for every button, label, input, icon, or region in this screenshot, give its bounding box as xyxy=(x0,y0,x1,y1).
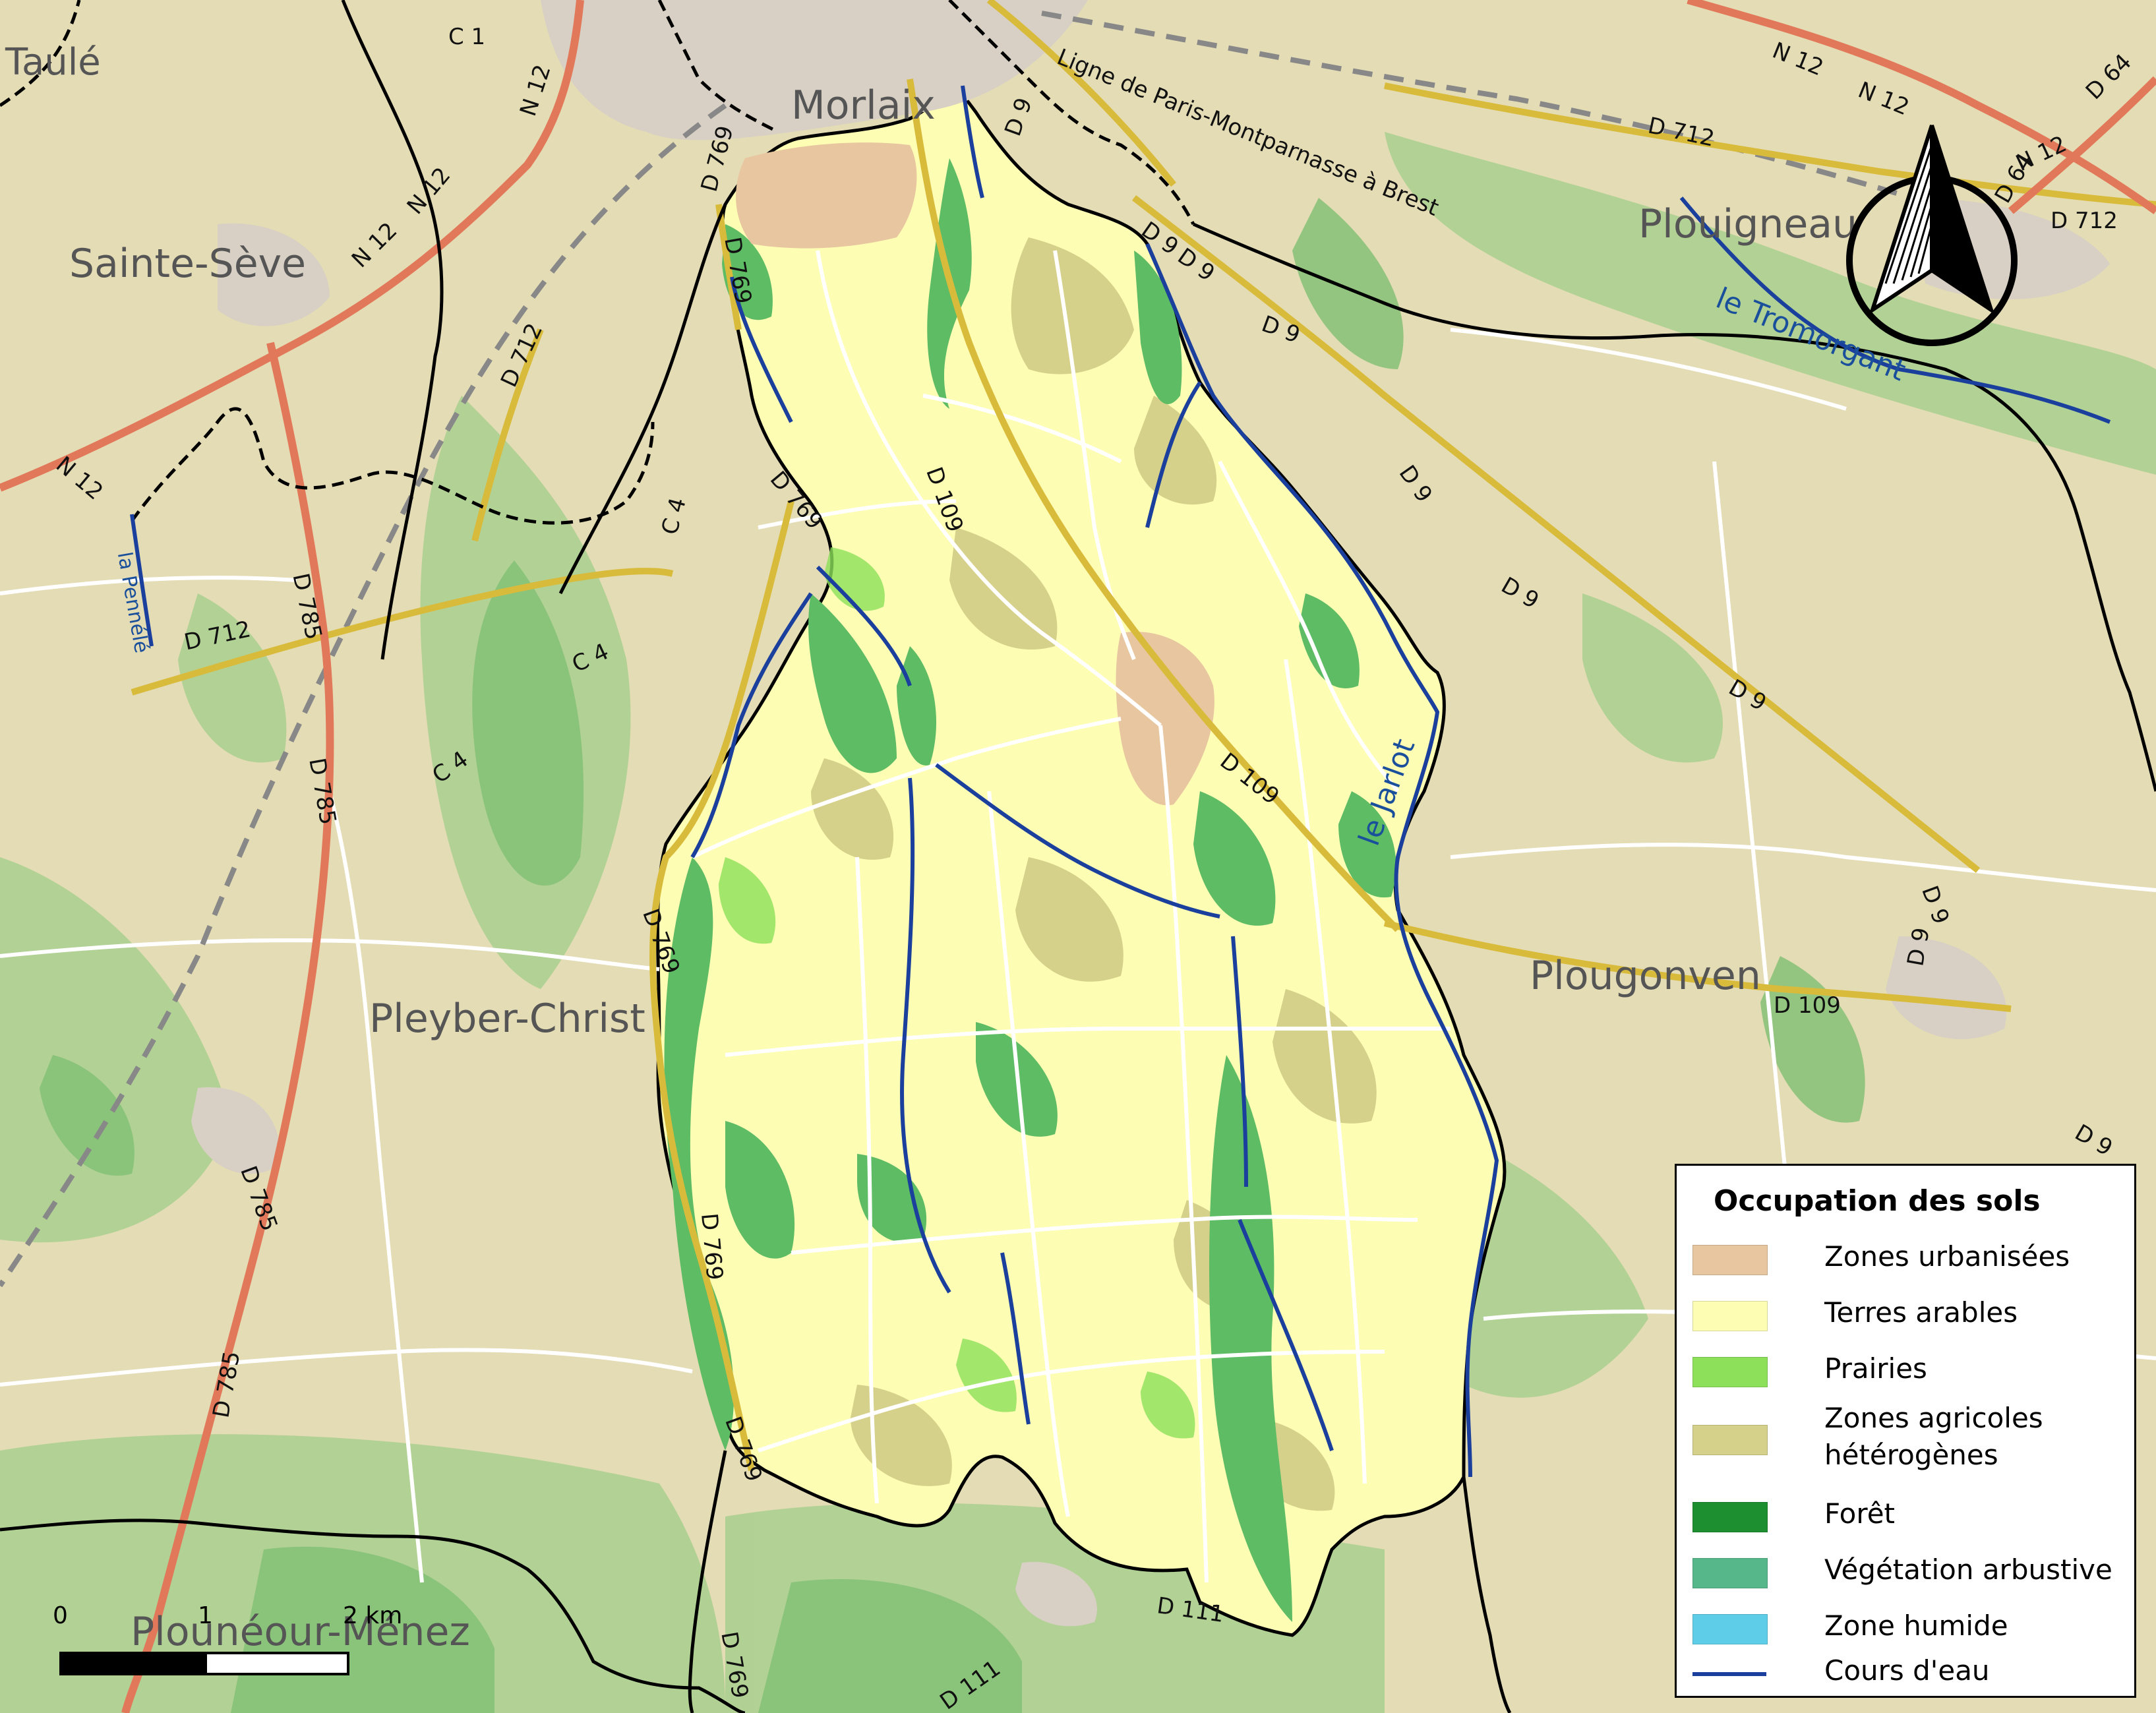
legend-label-river: Cours d'eau xyxy=(1824,1654,1990,1687)
legend-label-shrub: Végétation arbustive xyxy=(1824,1553,2112,1586)
road-label-d109-east: D 109 xyxy=(1774,992,1841,1019)
road-label-d712-far-east: D 712 xyxy=(2051,208,2118,234)
legend-item-prairie: Prairies xyxy=(1692,1350,2121,1390)
legend-swatch-heterogeneous xyxy=(1692,1425,1768,1455)
legend-item-heterogeneous: Zones agricoles hétérogènes xyxy=(1692,1400,2121,1479)
map-canvas[interactable]: Taulé Morlaix Sainte-Sève Plouigneau Ple… xyxy=(0,0,2156,1713)
legend-item-wetland: Zone humide xyxy=(1692,1608,2121,1647)
place-label-taule: Taulé xyxy=(5,41,101,84)
legend-item-river: Cours d'eau xyxy=(1692,1652,2121,1692)
legend-label-wetland: Zone humide xyxy=(1824,1609,2008,1642)
legend-item-shrub: Végétation arbustive xyxy=(1692,1551,2121,1591)
legend-swatch-urban xyxy=(1692,1245,1768,1275)
scale-label-two: 2 km xyxy=(343,1602,403,1629)
north-arrow-icon xyxy=(1846,125,2018,346)
place-label-plouigneau: Plouigneau xyxy=(1638,201,1858,247)
legend-label-prairie: Prairies xyxy=(1824,1352,1927,1385)
legend-swatch-forest xyxy=(1692,1502,1768,1532)
scale-segment-white xyxy=(204,1652,349,1675)
scale-label-one: 1 xyxy=(198,1602,213,1629)
legend-label-urban: Zones urbanisées xyxy=(1824,1240,2070,1273)
legend-item-urban: Zones urbanisées xyxy=(1692,1238,2121,1278)
legend-swatch-shrub xyxy=(1692,1558,1768,1588)
legend-title: Occupation des sols xyxy=(1714,1184,2041,1218)
legend-swatch-river xyxy=(1692,1672,1766,1676)
legend-label-arable: Terres arables xyxy=(1824,1296,2018,1329)
legend-item-forest: Forêt xyxy=(1692,1495,2121,1535)
scale-segment-black xyxy=(59,1652,204,1675)
place-label-plougonven: Plougonven xyxy=(1530,953,1761,999)
legend: Occupation des sols Zones urbanisées Ter… xyxy=(1675,1164,2136,1698)
legend-swatch-prairie xyxy=(1692,1357,1768,1387)
legend-item-arable: Terres arables xyxy=(1692,1294,2121,1334)
place-label-pleyber-christ: Pleyber-Christ xyxy=(369,996,645,1042)
legend-label-heterogeneous: Zones agricoles hétérogènes xyxy=(1824,1402,2043,1471)
scale-bar: 0 1 2 km xyxy=(53,1602,646,1695)
legend-swatch-wetland xyxy=(1692,1614,1768,1644)
scale-label-zero: 0 xyxy=(53,1602,68,1629)
place-label-morlaix: Morlaix xyxy=(791,82,936,129)
legend-label-forest: Forêt xyxy=(1824,1497,1896,1530)
road-label-c1: C 1 xyxy=(448,24,486,50)
place-label-sainte-seve: Sainte-Sève xyxy=(69,241,307,287)
legend-swatch-arable xyxy=(1692,1301,1768,1331)
